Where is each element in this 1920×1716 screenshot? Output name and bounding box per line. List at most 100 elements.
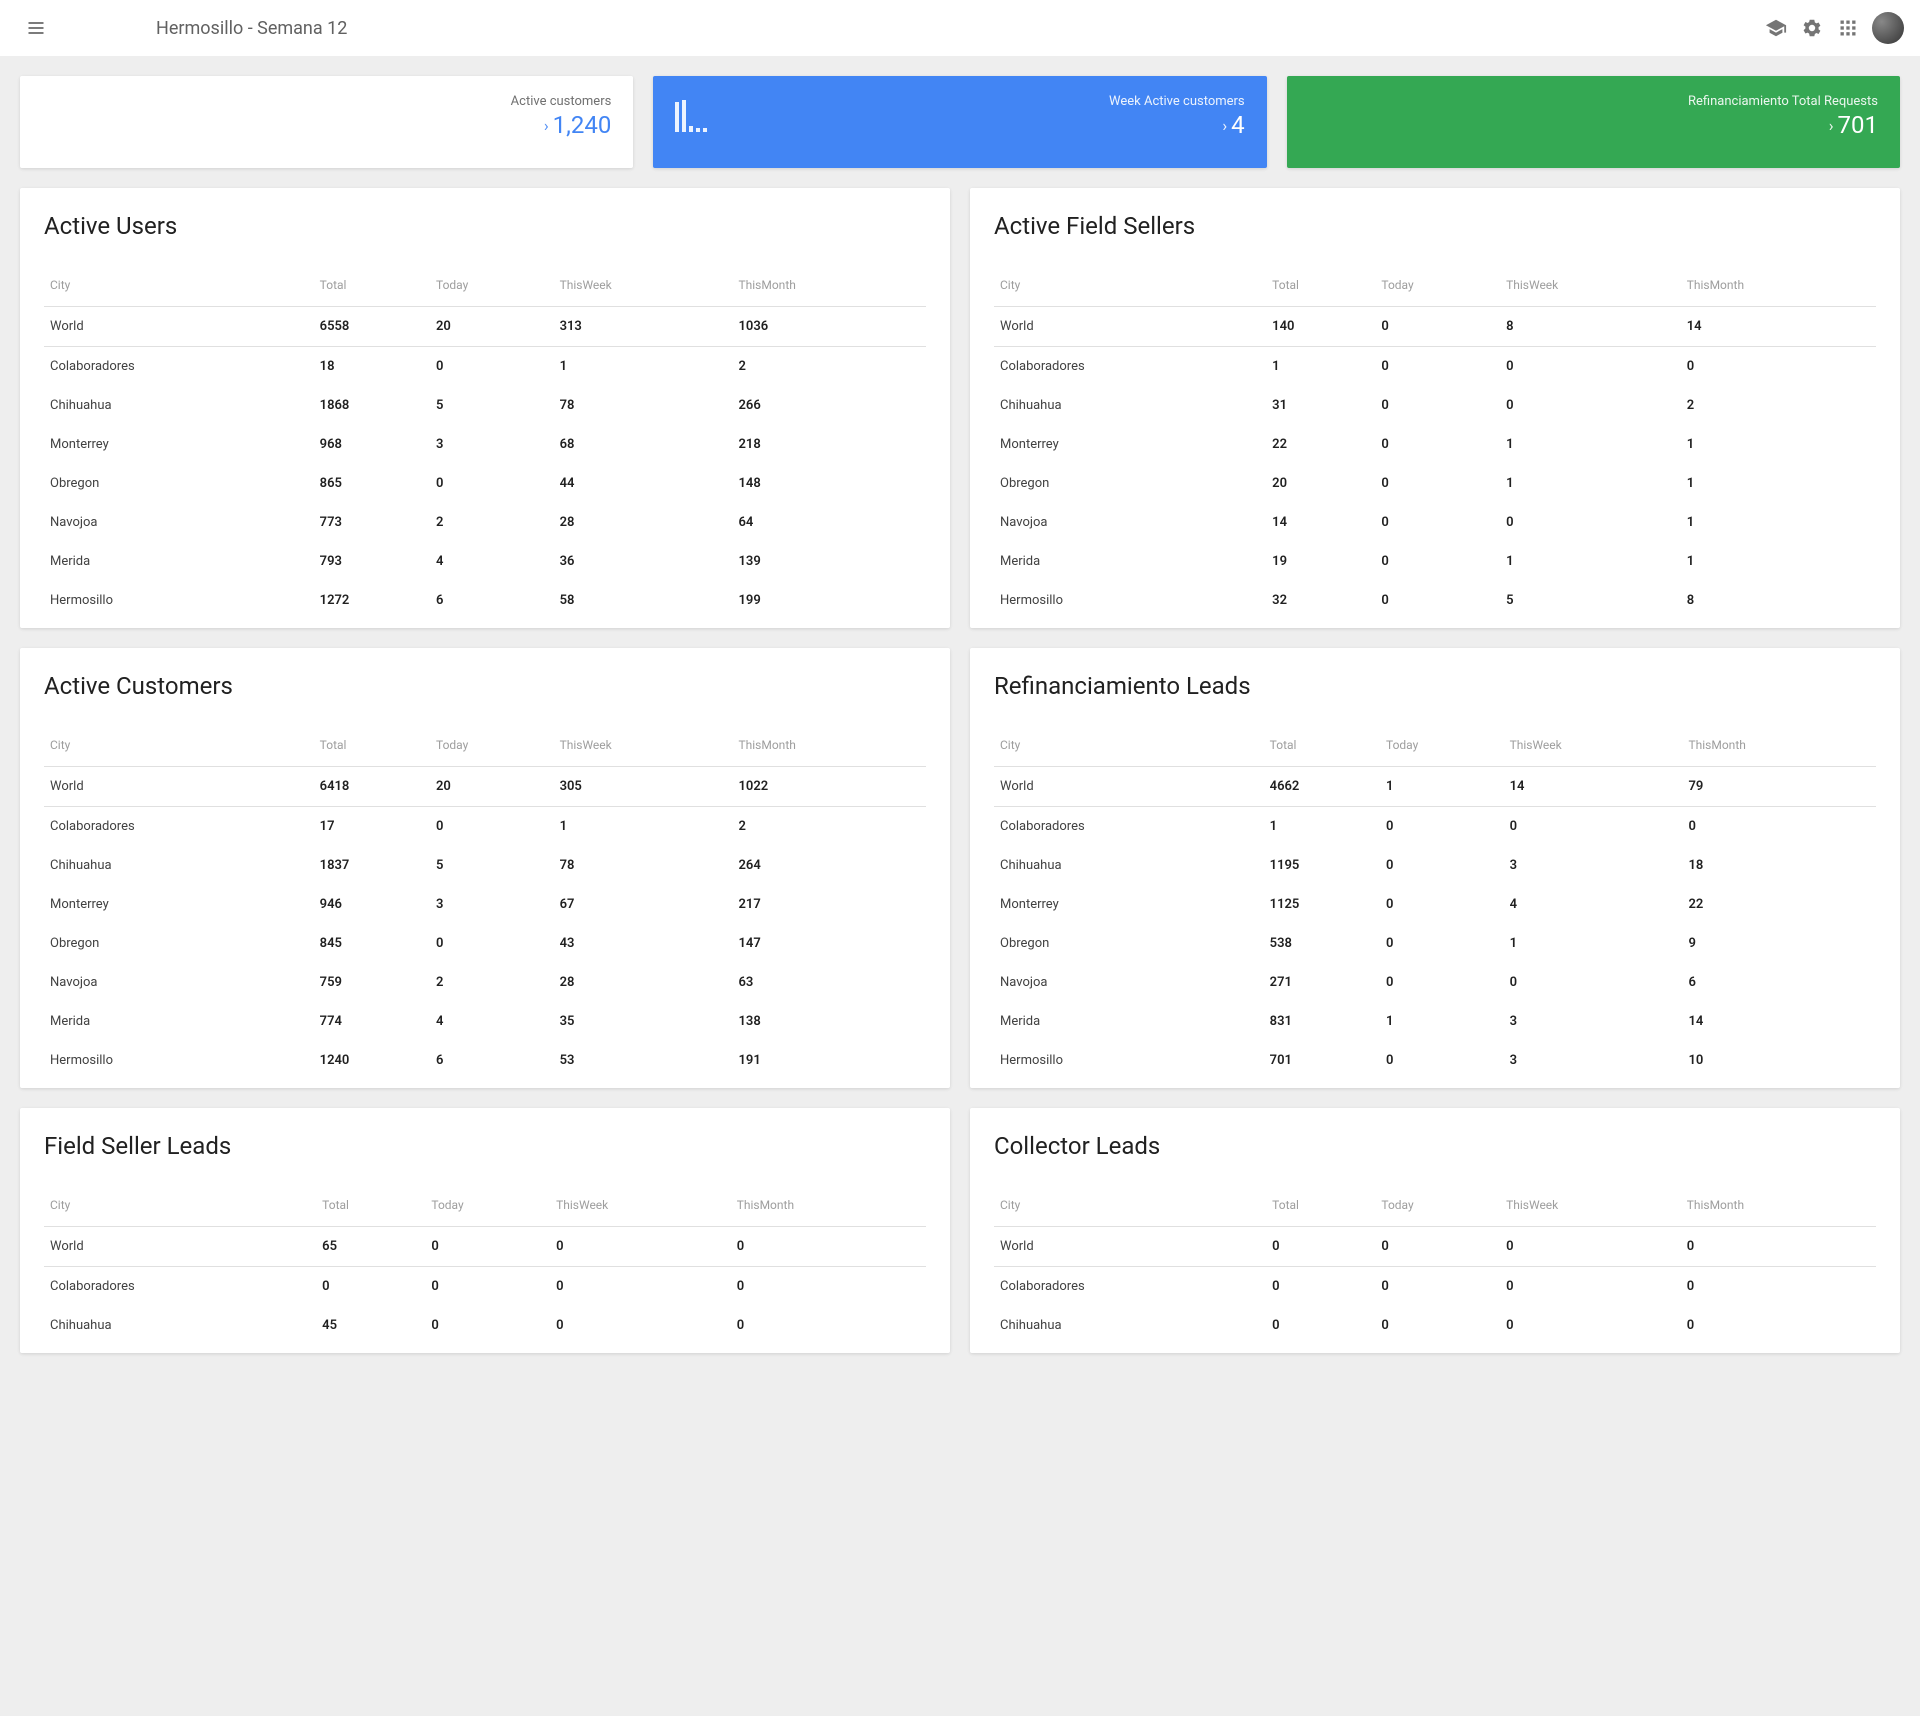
- value-cell: 18: [314, 347, 430, 387]
- table-row[interactable]: Merida774435138: [44, 1002, 926, 1041]
- table-row[interactable]: Chihuahua11950318: [994, 846, 1876, 885]
- table-row[interactable]: World1400814: [994, 307, 1876, 347]
- value-cell: 1: [1504, 924, 1683, 963]
- table-row[interactable]: World0000: [994, 1227, 1876, 1267]
- column-header[interactable]: Total: [1266, 1188, 1375, 1227]
- table-row[interactable]: Chihuahua0000: [994, 1306, 1876, 1345]
- table-row[interactable]: Colaboradores17012: [44, 807, 926, 847]
- column-header[interactable]: Total: [314, 268, 430, 307]
- kpi-card[interactable]: Refinanciamiento Total Requests›701: [1287, 76, 1900, 168]
- city-cell: Navojoa: [994, 963, 1264, 1002]
- column-header[interactable]: ThisWeek: [1500, 268, 1681, 307]
- column-header[interactable]: Today: [430, 268, 554, 307]
- value-cell: 139: [732, 542, 926, 581]
- column-header[interactable]: ThisWeek: [550, 1188, 731, 1227]
- table-row[interactable]: Merida793436139: [44, 542, 926, 581]
- column-header[interactable]: ThisMonth: [732, 728, 926, 767]
- table-row[interactable]: Chihuahua45000: [44, 1306, 926, 1345]
- avatar[interactable]: [1872, 12, 1904, 44]
- table-row[interactable]: Colaboradores1000: [994, 807, 1876, 847]
- value-cell: 22: [1266, 425, 1375, 464]
- table-row[interactable]: Hermosillo1240653191: [44, 1041, 926, 1080]
- column-header[interactable]: Total: [1264, 728, 1380, 767]
- column-header[interactable]: ThisWeek: [554, 268, 733, 307]
- column-header[interactable]: City: [994, 1188, 1266, 1227]
- column-header[interactable]: ThisMonth: [1681, 268, 1876, 307]
- kpi-card[interactable]: Week Active customers›4: [653, 76, 1266, 168]
- column-header[interactable]: Total: [316, 1188, 425, 1227]
- value-cell: 865: [314, 464, 430, 503]
- column-header[interactable]: Today: [1375, 268, 1500, 307]
- kpi-card[interactable]: Active customers›1,240: [20, 76, 633, 168]
- chevron-right-icon: ›: [544, 116, 549, 135]
- table-row[interactable]: Monterrey946367217: [44, 885, 926, 924]
- column-header[interactable]: City: [44, 268, 314, 307]
- city-cell: Hermosillo: [44, 581, 314, 620]
- column-header[interactable]: ThisWeek: [554, 728, 733, 767]
- education-button[interactable]: [1764, 16, 1788, 40]
- column-header[interactable]: Today: [1375, 1188, 1500, 1227]
- table-row[interactable]: Monterrey22011: [994, 425, 1876, 464]
- column-header[interactable]: ThisMonth: [732, 268, 926, 307]
- table-row[interactable]: World6418203051022: [44, 767, 926, 807]
- column-header[interactable]: Today: [430, 728, 554, 767]
- panel: Active Field SellersCityTotalTodayThisWe…: [970, 188, 1900, 628]
- city-cell: Obregon: [44, 464, 314, 503]
- table-row[interactable]: Hermosillo32058: [994, 581, 1876, 620]
- panel-title: Field Seller Leads: [44, 1132, 926, 1160]
- value-cell: 36: [554, 542, 733, 581]
- menu-button[interactable]: [16, 8, 56, 48]
- column-header[interactable]: City: [994, 268, 1266, 307]
- table-row[interactable]: Chihuahua1837578264: [44, 846, 926, 885]
- table-row[interactable]: Monterrey968368218: [44, 425, 926, 464]
- table-row[interactable]: World466211479: [994, 767, 1876, 807]
- column-header[interactable]: ThisMonth: [731, 1188, 926, 1227]
- table-row[interactable]: Obregon865044148: [44, 464, 926, 503]
- value-cell: 31: [1266, 386, 1375, 425]
- column-header[interactable]: City: [44, 728, 314, 767]
- value-cell: 0: [1681, 1306, 1876, 1345]
- column-header[interactable]: ThisWeek: [1500, 1188, 1681, 1227]
- table-row[interactable]: Merida8311314: [994, 1002, 1876, 1041]
- table-row[interactable]: Colaboradores18012: [44, 347, 926, 387]
- value-cell: 538: [1264, 924, 1380, 963]
- table-row[interactable]: World6558203131036: [44, 307, 926, 347]
- column-header[interactable]: Today: [1380, 728, 1504, 767]
- panel: Active CustomersCityTotalTodayThisWeekTh…: [20, 648, 950, 1088]
- data-table: CityTotalTodayThisWeekThisMonthWorld6418…: [44, 728, 926, 1080]
- column-header[interactable]: Total: [314, 728, 430, 767]
- table-row[interactable]: Navojoa75922863: [44, 963, 926, 1002]
- column-header[interactable]: City: [994, 728, 1264, 767]
- table-row[interactable]: World65000: [44, 1227, 926, 1267]
- column-header[interactable]: ThisMonth: [1682, 728, 1876, 767]
- table-row[interactable]: Chihuahua31002: [994, 386, 1876, 425]
- table-row[interactable]: Colaboradores0000: [44, 1267, 926, 1307]
- column-header[interactable]: ThisWeek: [1504, 728, 1683, 767]
- column-header[interactable]: City: [44, 1188, 316, 1227]
- column-header[interactable]: Today: [425, 1188, 550, 1227]
- table-row[interactable]: Navojoa14001: [994, 503, 1876, 542]
- apps-button[interactable]: [1836, 16, 1860, 40]
- table-row[interactable]: Colaboradores1000: [994, 347, 1876, 387]
- table-row[interactable]: Colaboradores0000: [994, 1267, 1876, 1307]
- column-header[interactable]: ThisMonth: [1681, 1188, 1876, 1227]
- table-row[interactable]: Obregon538019: [994, 924, 1876, 963]
- settings-button[interactable]: [1800, 16, 1824, 40]
- column-header[interactable]: Total: [1266, 268, 1375, 307]
- table-row[interactable]: Obregon845043147: [44, 924, 926, 963]
- value-cell: 2: [732, 347, 926, 387]
- value-cell: 773: [314, 503, 430, 542]
- value-cell: 79: [1682, 767, 1876, 807]
- table-row[interactable]: Hermosillo7010310: [994, 1041, 1876, 1080]
- table-row[interactable]: Obregon20011: [994, 464, 1876, 503]
- value-cell: 1: [1500, 542, 1681, 581]
- table-row[interactable]: Navojoa77322864: [44, 503, 926, 542]
- table-row[interactable]: Merida19011: [994, 542, 1876, 581]
- value-cell: 6: [430, 1041, 554, 1080]
- table-row[interactable]: Hermosillo1272658199: [44, 581, 926, 620]
- table-row[interactable]: Chihuahua1868578266: [44, 386, 926, 425]
- table-row[interactable]: Navojoa271006: [994, 963, 1876, 1002]
- value-cell: 0: [1380, 846, 1504, 885]
- table-row[interactable]: Monterrey11250422: [994, 885, 1876, 924]
- value-cell: 0: [430, 924, 554, 963]
